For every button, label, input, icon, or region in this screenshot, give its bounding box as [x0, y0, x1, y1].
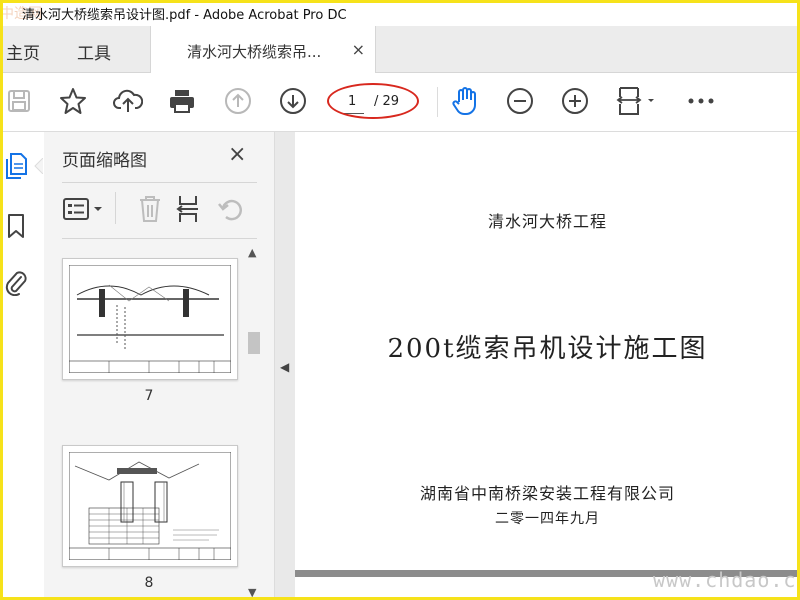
red-highlight-oval [327, 83, 419, 119]
tab-document[interactable]: 清水河大桥缆索吊... × [150, 26, 376, 73]
next-page-icon[interactable] [278, 86, 308, 116]
tab-tools[interactable]: 工具 [77, 39, 111, 64]
attachments-icon[interactable] [4, 268, 28, 296]
thumbnail-label: 8 [144, 575, 154, 591]
scroll-up-icon[interactable]: ▲ [248, 246, 256, 259]
panel-title: 页面缩略图 [62, 151, 147, 171]
tab-home[interactable]: 主页 [6, 39, 40, 64]
navigation-rail [0, 132, 45, 600]
more-icon[interactable] [686, 86, 716, 116]
panel-scrollbar[interactable]: ▲ ▼ [246, 246, 262, 600]
hand-tool-icon[interactable] [450, 86, 480, 116]
active-tab-pointer [34, 158, 43, 174]
insert-page-icon[interactable] [175, 194, 205, 224]
zoom-out-icon[interactable] [505, 86, 535, 116]
document-project-name: 清水河大桥工程 [487, 212, 607, 231]
previous-page-icon[interactable] [223, 86, 253, 116]
thumbnails-panel: 页面缩略图 × 7 8 ▲ ▼ [44, 132, 275, 600]
print-icon[interactable] [167, 86, 197, 116]
rotate-page-icon[interactable] [217, 194, 247, 224]
toolbar-divider [437, 87, 438, 117]
fit-page-icon[interactable] [615, 86, 661, 116]
collapse-arrow-icon[interactable]: ◀ [280, 360, 289, 374]
scroll-down-icon[interactable]: ▼ [248, 586, 256, 599]
page-thumbnail-7[interactable] [62, 258, 238, 380]
document-title: 200t缆索吊机设计施工图 [387, 334, 708, 364]
zoom-in-icon[interactable] [560, 86, 590, 116]
tab-bar: 主页 工具 清水河大桥缆索吊... × [0, 26, 800, 73]
thumbnail-drawing [69, 452, 231, 560]
panel-divider [62, 182, 257, 183]
thumbnail-options-icon[interactable] [62, 194, 108, 224]
document-date: 二零一四年九月 [495, 511, 600, 527]
document-view: 清水河大桥工程 200t缆索吊机设计施工图 湖南省中南桥梁安装工程有限公司 二零… [295, 132, 800, 600]
site-watermark: www.chdao.com [653, 568, 800, 592]
page-thumbnail-8[interactable] [62, 445, 238, 567]
window-title: 清水河大桥缆索吊设计图.pdf - Adobe Acrobat Pro DC [22, 8, 347, 23]
close-panel-icon[interactable]: × [228, 142, 246, 167]
bookmarks-icon[interactable] [4, 212, 28, 240]
thumbnail-label: 7 [144, 388, 154, 404]
tab-document-label: 清水河大桥缆索吊... [187, 43, 322, 61]
document-company: 湖南省中南桥梁安装工程有限公司 [419, 484, 675, 503]
panel-tool-divider [115, 192, 116, 224]
toolbar: 1 / 29 [0, 73, 800, 132]
scrollbar-thumb[interactable] [248, 332, 260, 354]
thumbnail-drawing [69, 265, 231, 373]
delete-page-icon[interactable] [135, 194, 165, 224]
upload-cloud-icon[interactable] [113, 86, 143, 116]
close-tab-icon[interactable]: × [352, 40, 365, 59]
save-icon[interactable] [4, 86, 34, 116]
page-thumbnails-icon[interactable] [4, 152, 28, 180]
panel-divider-2 [62, 238, 257, 239]
bookmark-star-icon[interactable] [58, 86, 88, 116]
panel-collapse-strip[interactable]: ◀ [275, 132, 295, 600]
title-bar: 中造网 清水河大桥缆索吊设计图.pdf - Adobe Acrobat Pro … [0, 0, 800, 26]
